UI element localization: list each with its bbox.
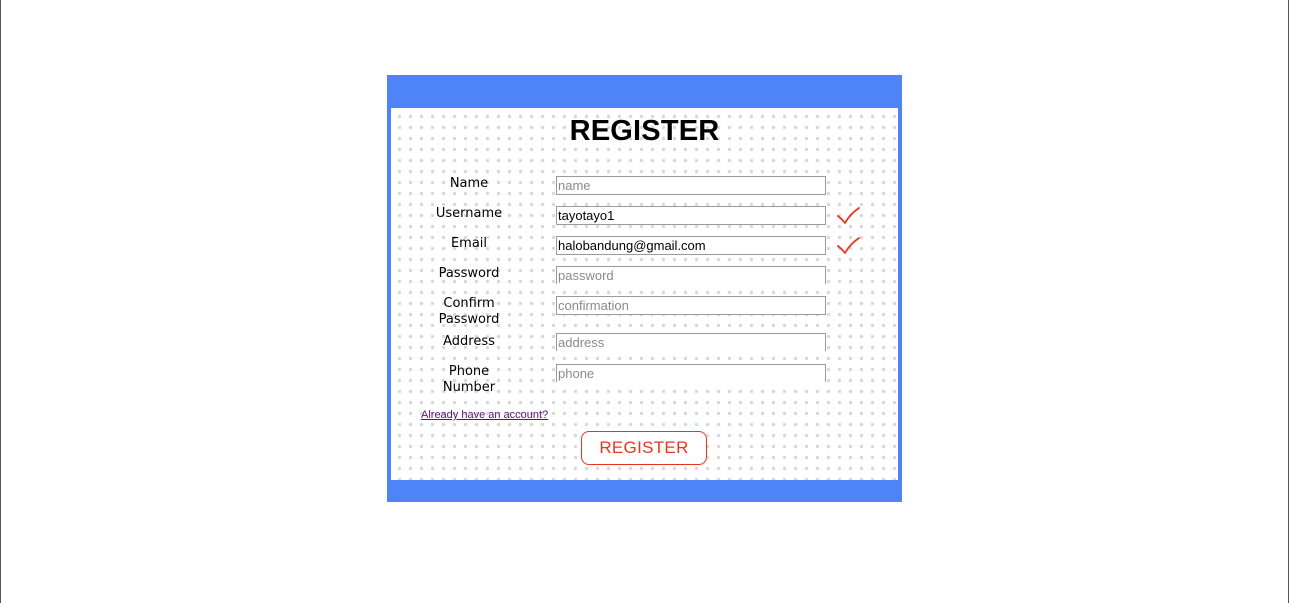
address-label: Address (443, 334, 495, 349)
register-form: REGISTER Name Username Email Password Co… (391, 108, 898, 480)
phone-number-label: Phone Number (442, 364, 496, 395)
email-input[interactable] (556, 236, 826, 255)
password-input[interactable] (556, 266, 826, 284)
address-input[interactable] (556, 333, 826, 351)
checkmark-icon (837, 237, 860, 254)
username-input[interactable] (556, 206, 826, 225)
register-button[interactable]: REGISTER (581, 431, 707, 465)
form-title: REGISTER (569, 115, 720, 147)
phone-input[interactable] (556, 364, 826, 382)
checkmark-icon (837, 207, 860, 224)
register-card: REGISTER Name Username Email Password Co… (387, 75, 902, 502)
email-label: Email (450, 236, 488, 251)
confirm-password-label: Confirm Password (438, 296, 500, 327)
name-input[interactable] (556, 176, 826, 195)
name-label: Name (449, 176, 489, 191)
confirm-password-input[interactable] (556, 296, 826, 315)
username-label: Username (435, 206, 503, 221)
login-link[interactable]: Already have an account? (421, 409, 548, 421)
password-label: Password (438, 266, 500, 281)
